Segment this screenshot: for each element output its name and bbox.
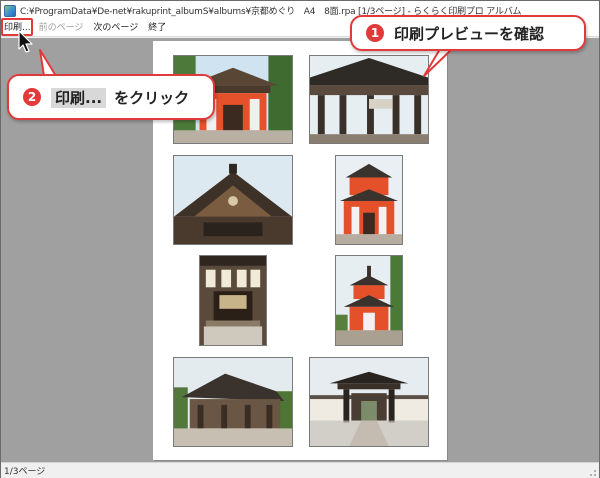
print-label-chip: 印刷... [51, 87, 107, 108]
mouse-pointer-icon [18, 30, 33, 53]
album-photo-6 [335, 255, 403, 346]
page-indicator: 1/3ページ [4, 467, 46, 477]
app-icon [4, 4, 16, 17]
callout-check-preview: 1 印刷プレビューを確認 [350, 15, 586, 51]
album-photo-8 [309, 357, 429, 447]
status-bar: 1/3ページ [1, 462, 599, 478]
preview-window: C:¥ProgramData¥De-net¥rakuprint_albumS¥a… [0, 0, 600, 478]
callout-2-text: 印刷... をクリック [51, 87, 189, 108]
resize-grip-icon[interactable] [587, 467, 597, 477]
exit-menu-item[interactable]: 終了 [143, 20, 171, 36]
next-page-menu-item[interactable]: 次のページ [88, 20, 143, 36]
callout-1-text: 印刷プレビューを確認 [394, 24, 545, 43]
album-photo-7 [173, 357, 293, 447]
step-number-2: 2 [23, 88, 41, 106]
album-photo-5 [199, 255, 267, 346]
album-photo-2 [309, 55, 429, 144]
callout-2-action: をクリック [114, 88, 190, 107]
callout-click-print: 2 印刷... をクリック [7, 74, 215, 120]
album-photo-3 [173, 155, 293, 245]
step-number-1: 1 [366, 24, 384, 42]
prev-page-menu-item[interactable]: 前のページ [34, 20, 89, 36]
album-photo-4 [335, 155, 403, 245]
